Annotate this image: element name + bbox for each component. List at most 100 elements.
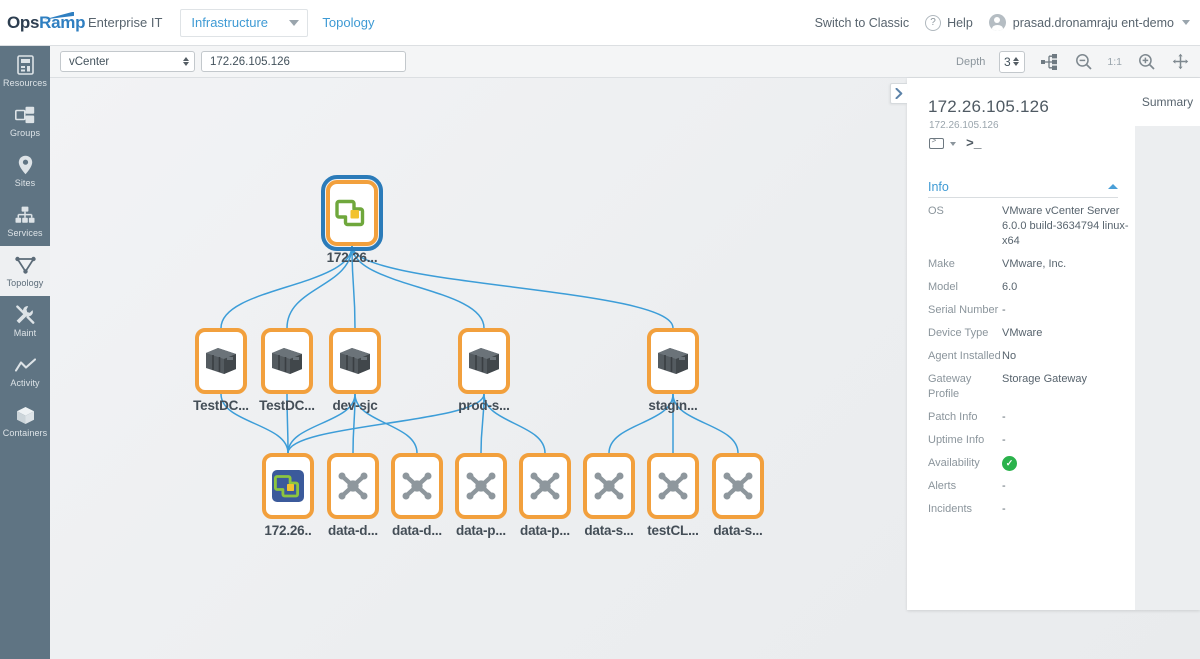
datastore-icon [594, 472, 624, 500]
topology-node-label: testCL... [647, 523, 699, 538]
panel-title: 172.26.105.126 [928, 97, 1049, 116]
info-key: Serial Number [928, 304, 999, 316]
node-search-input[interactable] [201, 51, 406, 72]
zoom-out-icon [1075, 54, 1092, 70]
info-section-title: Info [928, 179, 949, 194]
terminal-icon[interactable]: >_ [966, 136, 982, 151]
sidebar-item-label: Containers [2, 428, 48, 438]
switch-to-classic-link[interactable]: Switch to Classic [815, 0, 925, 46]
chevron-down-icon[interactable] [950, 141, 956, 146]
info-value: - [1002, 480, 1006, 492]
panel-collapse-button[interactable] [890, 83, 907, 104]
server-icon [16, 54, 34, 76]
datastore-icon [723, 472, 753, 500]
sidebar-item-groups[interactable]: Groups [0, 96, 50, 146]
hierarchy-layout-icon [1040, 53, 1057, 70]
topology-node-label: data-s... [713, 523, 763, 538]
top-header: OpsRamp Enterprise IT Infrastructure Top… [0, 0, 1200, 46]
info-value: VMware, Inc. [1002, 258, 1067, 270]
info-key: Alerts [928, 480, 957, 492]
vcenter-icon [335, 199, 365, 227]
info-value: VMware vCenter Server 6.0.0 build-363479… [1002, 205, 1129, 247]
depth-value: 3 [1004, 54, 1011, 69]
topology-node[interactable] [583, 453, 635, 519]
datacenter-icon [272, 348, 302, 374]
topology-node-label: 172.26.. [264, 523, 312, 538]
availability-ok-icon: ✓ [1002, 456, 1017, 471]
topology-edge [287, 393, 485, 454]
topology-node-label: stagin... [648, 398, 698, 413]
topology-node-label: TestDC... [259, 398, 315, 413]
datastore-icon [402, 472, 432, 500]
hierarchy-layout-button[interactable] [1039, 52, 1059, 72]
sidebar-item-maint[interactable]: Maint [0, 296, 50, 346]
datastore-icon [530, 472, 560, 500]
topology-node[interactable] [327, 453, 379, 519]
zoom-in-button[interactable] [1136, 52, 1156, 72]
info-key: Patch Info [928, 411, 978, 423]
fit-to-screen-button[interactable] [1170, 52, 1190, 72]
info-value: Storage Gateway [1002, 373, 1087, 385]
sidebar-item-containers[interactable]: Containers [0, 396, 50, 446]
sidebar-item-label: Groups [9, 128, 41, 138]
help-label: Help [947, 15, 973, 30]
topology-node[interactable] [321, 175, 383, 251]
info-row: Serial Number - [928, 303, 1133, 318]
console-icon[interactable] [929, 137, 944, 149]
sidebar-item-topology[interactable]: Topology [0, 246, 50, 296]
zoom-out-button[interactable] [1073, 52, 1093, 72]
topology-node[interactable] [329, 328, 381, 394]
opsramp-logo[interactable]: OpsRamp [4, 9, 86, 37]
left-sidebar: Resources Groups Sites Services Topology Main… [0, 46, 50, 659]
info-key: Model [928, 281, 958, 293]
info-row: Gateway Profile Storage Gateway [928, 372, 1133, 402]
activity-line-icon [14, 354, 36, 376]
info-key: Device Type [928, 327, 989, 339]
sidebar-item-label: Resources [3, 78, 47, 88]
info-section-header[interactable]: Info [928, 176, 1118, 198]
user-menu[interactable]: prasad.dronamraju ent-demo [988, 0, 1190, 46]
infrastructure-label: Infrastructure [191, 15, 269, 30]
resource-type-value: vCenter [69, 55, 110, 68]
topology-node[interactable] [455, 453, 507, 519]
topology-node[interactable] [647, 328, 699, 394]
chevron-down-icon [289, 19, 300, 26]
info-row: Incidents - [928, 502, 1133, 517]
sitemap-icon [15, 204, 35, 226]
info-value: VMware [1002, 327, 1043, 339]
cube-icon [16, 404, 35, 426]
topology-node-label: data-p... [520, 523, 570, 538]
info-key: Make [928, 258, 955, 270]
sidebar-item-services[interactable]: Services [0, 196, 50, 246]
depth-spinner-icon [1012, 56, 1019, 67]
chevron-up-icon [1108, 184, 1118, 189]
sidebar-item-resources[interactable]: Resources [0, 46, 50, 96]
info-value: ✓ [1002, 456, 1130, 471]
topology-node[interactable] [712, 453, 764, 519]
select-spinner-icon [183, 56, 189, 67]
info-row: OS VMware vCenter Server 6.0.0 build-3634… [928, 204, 1133, 249]
sidebar-item-activity[interactable]: Activity [0, 346, 50, 396]
topology-edge [351, 245, 674, 329]
topology-node[interactable] [262, 453, 314, 519]
infrastructure-dropdown[interactable]: Infrastructure [180, 8, 309, 37]
sidebar-item-label: Maint [13, 328, 37, 338]
topology-node[interactable] [647, 453, 699, 519]
info-value: 6.0 [1002, 281, 1018, 293]
topology-node[interactable] [391, 453, 443, 519]
topology-node[interactable] [261, 328, 313, 394]
topology-node[interactable] [195, 328, 247, 394]
help-button[interactable]: ? Help [925, 0, 989, 46]
topology-node-label: data-s... [584, 523, 634, 538]
resource-type-select[interactable]: vCenter [60, 51, 195, 72]
zoom-reset-button[interactable]: 1:1 [1107, 56, 1122, 68]
topology-link[interactable]: Topology [308, 15, 388, 30]
topology-node[interactable] [458, 328, 510, 394]
sidebar-item-sites[interactable]: Sites [0, 146, 50, 196]
info-value: No [1002, 350, 1017, 362]
depth-stepper[interactable]: 3 [999, 50, 1026, 73]
info-value: - [1002, 503, 1006, 515]
tab-summary[interactable]: Summary [1135, 78, 1200, 126]
topology-node[interactable] [519, 453, 571, 519]
info-value: - [1002, 304, 1006, 316]
